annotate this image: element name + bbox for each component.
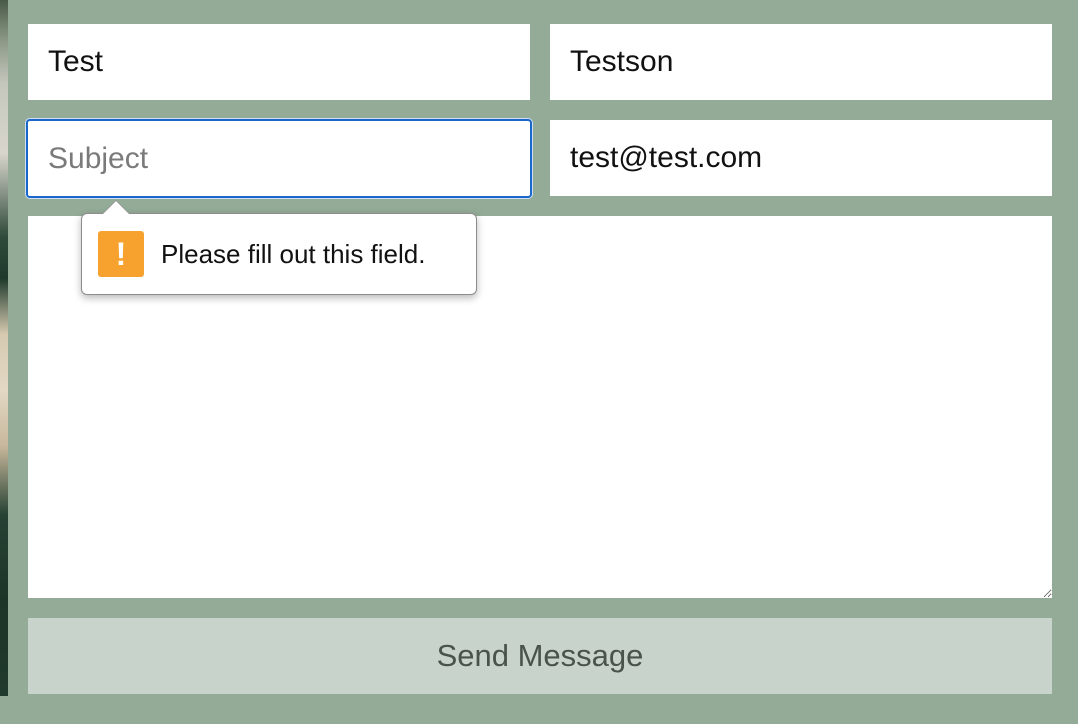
tooltip-arrow [102,200,130,214]
warning-icon: ! [98,231,144,277]
subject-input[interactable] [26,119,532,198]
background-photo [0,0,8,696]
last-name-input[interactable] [550,24,1052,100]
validation-message: Please fill out this field. [161,238,426,269]
send-message-button[interactable]: Send Message [28,618,1052,694]
first-name-input[interactable] [28,24,530,100]
validation-tooltip: ! Please fill out this field. [81,200,477,295]
email-input[interactable] [550,120,1052,196]
